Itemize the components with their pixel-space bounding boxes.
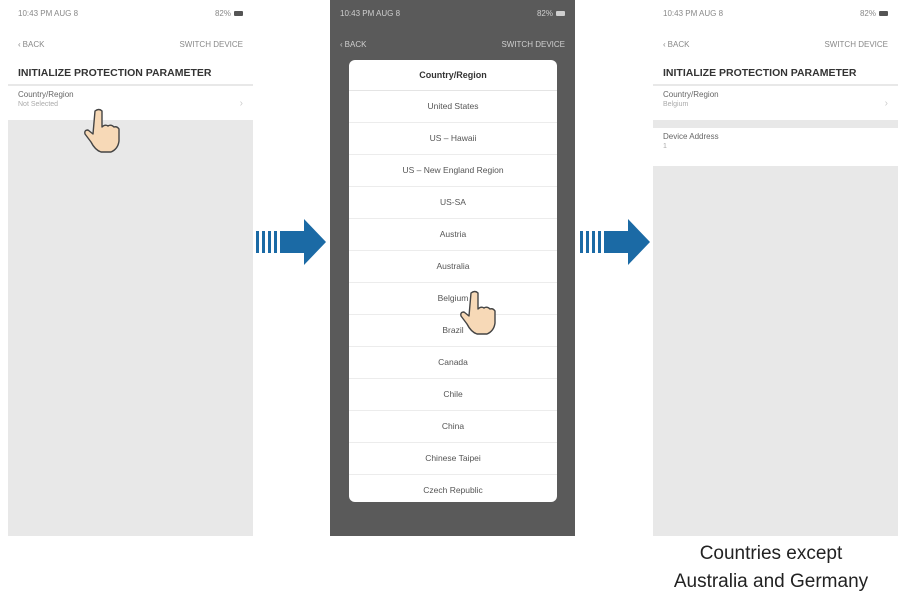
country-option[interactable]: Brazil xyxy=(349,315,557,347)
battery-percent: 82% xyxy=(536,8,553,18)
caption: Countries except Australia and Germany xyxy=(640,540,902,596)
pointing-hand-icon xyxy=(84,108,120,153)
country-region-label: Country/Region xyxy=(18,90,74,99)
chevron-right-icon: › xyxy=(239,98,243,109)
country-region-row[interactable]: Country/Region Belgium › xyxy=(653,86,898,120)
nav-bar: ‹ BACK SWITCH DEVICE xyxy=(8,26,253,62)
status-bar: 10:43 PM AUG 8 82% xyxy=(330,0,575,26)
chevron-left-icon: ‹ xyxy=(663,39,666,49)
pointing-hand-icon xyxy=(460,290,496,335)
chevron-left-icon: ‹ xyxy=(340,39,343,49)
country-option[interactable]: Belgium xyxy=(349,283,557,315)
battery-icon xyxy=(234,10,243,16)
right-arrow-icon xyxy=(256,219,326,265)
device-address-row[interactable]: Device Address 1 xyxy=(653,128,898,166)
status-indicators: 82% xyxy=(215,9,243,18)
nav-bar: ‹ BACK SWITCH DEVICE xyxy=(330,26,575,62)
country-option[interactable]: Czech Republic xyxy=(349,475,557,502)
chevron-right-icon: › xyxy=(884,98,888,109)
battery-icon xyxy=(556,10,565,16)
phone-screen-country-picker: 10:43 PM AUG 8 82% ‹ BACK SWITCH DEVICE … xyxy=(330,0,575,536)
back-button[interactable]: ‹ BACK xyxy=(340,40,366,49)
status-bar: 10:43 PM AUG 8 82% xyxy=(8,0,253,26)
status-bar: 10:43 PM AUG 8 82% xyxy=(653,0,898,26)
country-option[interactable]: China xyxy=(349,411,557,443)
battery-percent: 82% xyxy=(859,8,876,18)
status-time: 10:43 PM AUG 8 xyxy=(663,8,724,18)
battery-percent: 82% xyxy=(214,8,231,18)
chevron-left-icon: ‹ xyxy=(18,39,21,49)
country-option[interactable]: Canada xyxy=(349,347,557,379)
caption-line-1: Countries except xyxy=(699,543,843,564)
status-time: 10:43 PM AUG 8 xyxy=(18,8,79,18)
status-time: 10:43 PM AUG 8 xyxy=(340,8,401,18)
country-region-row[interactable]: Country/Region Not Selected › xyxy=(8,86,253,120)
country-region-label: Country/Region xyxy=(663,90,719,99)
status-indicators: 82% xyxy=(860,9,888,18)
country-option[interactable]: Chile xyxy=(349,379,557,411)
country-region-value: Not Selected xyxy=(18,101,59,108)
page-title: INITIALIZE PROTECTION PARAMETER xyxy=(653,62,898,84)
nav-bar: ‹ BACK SWITCH DEVICE xyxy=(653,26,898,62)
country-option[interactable]: Chinese Taipei xyxy=(349,443,557,475)
switch-device-button[interactable]: SWITCH DEVICE xyxy=(824,40,888,49)
country-region-picker: Country/Region United States US – Hawaii… xyxy=(349,60,557,502)
device-address-label: Device Address xyxy=(663,132,719,141)
status-indicators: 82% xyxy=(537,9,565,18)
country-option[interactable]: US-SA xyxy=(349,187,557,219)
switch-device-button[interactable]: SWITCH DEVICE xyxy=(501,40,565,49)
country-option[interactable]: US – Hawaii xyxy=(349,123,557,155)
phone-screen-selected: 10:43 PM AUG 8 82% ‹ BACK SWITCH DEVICE … xyxy=(653,0,898,536)
country-option[interactable]: United States xyxy=(349,91,557,123)
back-label: BACK xyxy=(22,39,45,49)
country-option[interactable]: Australia xyxy=(349,251,557,283)
device-address-value: 1 xyxy=(663,143,667,150)
country-option[interactable]: Austria xyxy=(349,219,557,251)
picker-title: Country/Region xyxy=(349,60,557,91)
battery-icon xyxy=(879,10,888,16)
back-label: BACK xyxy=(667,39,690,49)
back-button[interactable]: ‹ BACK xyxy=(18,40,44,49)
country-option[interactable]: US – New England Region xyxy=(349,155,557,187)
caption-line-2: Australia and Germany xyxy=(673,571,869,592)
country-region-value: Belgium xyxy=(663,101,689,108)
right-arrow-icon xyxy=(580,219,650,265)
phone-screen-initial: 10:43 PM AUG 8 82% ‹ BACK SWITCH DEVICE … xyxy=(8,0,253,536)
switch-device-button[interactable]: SWITCH DEVICE xyxy=(179,40,243,49)
back-button[interactable]: ‹ BACK xyxy=(663,40,689,49)
back-label: BACK xyxy=(344,39,367,49)
page-title: INITIALIZE PROTECTION PARAMETER xyxy=(8,62,253,84)
